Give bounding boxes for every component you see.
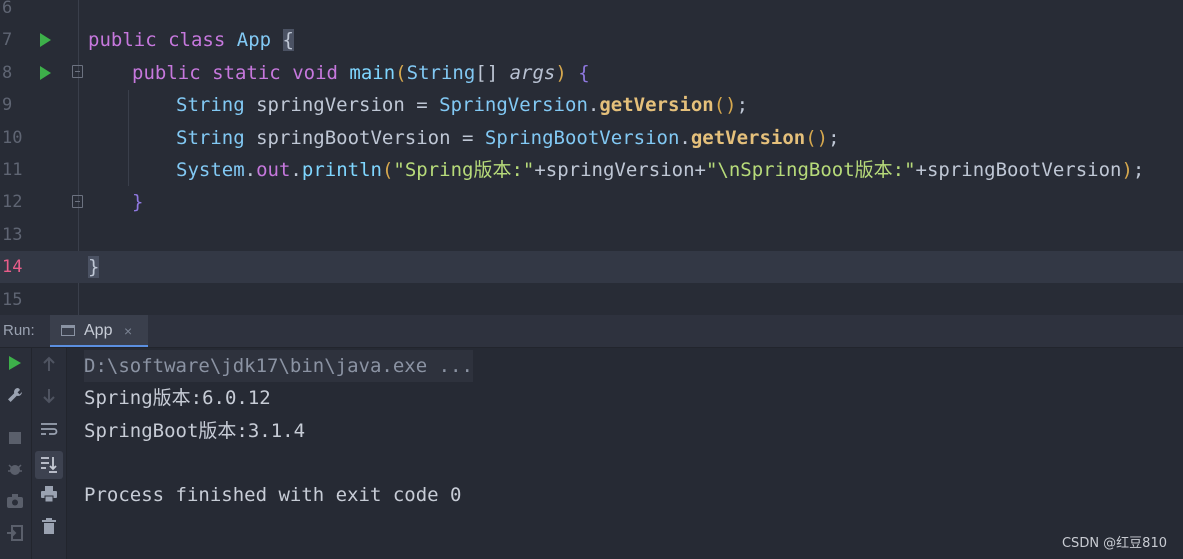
line-number: 11	[2, 160, 23, 180]
print-icon[interactable]	[37, 485, 61, 509]
console-icon	[61, 325, 75, 336]
fold-icon[interactable]	[72, 65, 83, 78]
code-editor[interactable]: 6 7 public class App { 8 public static v…	[0, 0, 1183, 315]
soft-wrap-icon[interactable]	[37, 420, 61, 444]
line-number: 12	[2, 192, 23, 212]
arrow-up-icon[interactable]	[37, 355, 61, 379]
debug-icon[interactable]	[3, 460, 27, 484]
line-number: 10	[2, 128, 23, 148]
console-toolbar	[32, 348, 67, 559]
code-text: String springVersion = SpringVersion.get…	[176, 94, 749, 116]
run-icon[interactable]	[3, 354, 27, 378]
wrench-icon[interactable]	[3, 386, 27, 410]
line-number: 15	[2, 290, 23, 310]
code-text: String springBootVersion = SpringBootVer…	[176, 127, 840, 149]
code-text: public class App {	[88, 29, 294, 51]
console-output[interactable]: D:\software\jdk17\bin\java.exe ... Sprin…	[67, 348, 1183, 559]
close-tab-icon[interactable]: ×	[124, 315, 132, 347]
run-toolbar	[0, 348, 32, 559]
arrow-down-icon[interactable]	[37, 387, 61, 411]
run-label: Run:	[3, 322, 35, 339]
code-line-10[interactable]: 10 String springBootVersion = SpringBoot…	[0, 122, 1183, 154]
code-text: }	[132, 191, 144, 213]
line-number: 9	[2, 95, 13, 115]
code-line-15[interactable]: 15	[0, 284, 1183, 315]
tab-app[interactable]: App ×	[50, 315, 148, 347]
console-line: Spring版本:6.0.12	[84, 387, 271, 409]
code-line-9[interactable]: 9 String springVersion = SpringVersion.g…	[0, 89, 1183, 121]
trash-icon[interactable]	[37, 517, 61, 541]
scroll-to-end-icon[interactable]	[35, 451, 63, 479]
watermark: CSDN @红豆810	[1061, 536, 1167, 551]
line-number: 6	[2, 0, 13, 18]
tab-label: App	[84, 322, 113, 339]
code-line-14[interactable]: 14 }	[0, 251, 1183, 283]
run-gutter-icon[interactable]	[40, 33, 51, 47]
code-text: System.out.println("Spring版本:"+springVer…	[176, 159, 1145, 181]
code-line-12[interactable]: 12 }	[0, 186, 1183, 218]
code-line-11[interactable]: 11 System.out.println("Spring版本:"+spring…	[0, 154, 1183, 186]
line-number: 14	[2, 257, 23, 277]
stop-icon[interactable]	[3, 428, 27, 452]
code-line-6[interactable]: 6	[0, 0, 1183, 24]
code-line-13[interactable]: 13	[0, 219, 1183, 251]
line-number: 7	[2, 30, 13, 50]
code-line-8[interactable]: 8 public static void main(String[] args)…	[0, 57, 1183, 89]
run-panel-header: Run: App ×	[0, 315, 1183, 348]
code-line-7[interactable]: 7 public class App {	[0, 24, 1183, 56]
exit-icon[interactable]	[3, 524, 27, 548]
line-number: 13	[2, 225, 23, 245]
console-exit-line: Process finished with exit code 0	[84, 484, 462, 506]
line-number: 8	[2, 63, 13, 83]
camera-icon[interactable]	[3, 492, 27, 516]
code-text: public static void main(String[] args) {	[132, 62, 590, 84]
code-text: }	[88, 256, 100, 278]
fold-icon[interactable]	[72, 195, 83, 208]
console-line: SpringBoot版本:3.1.4	[84, 420, 306, 442]
console-command-line: D:\software\jdk17\bin\java.exe ...	[84, 350, 473, 382]
run-gutter-icon[interactable]	[40, 66, 51, 80]
